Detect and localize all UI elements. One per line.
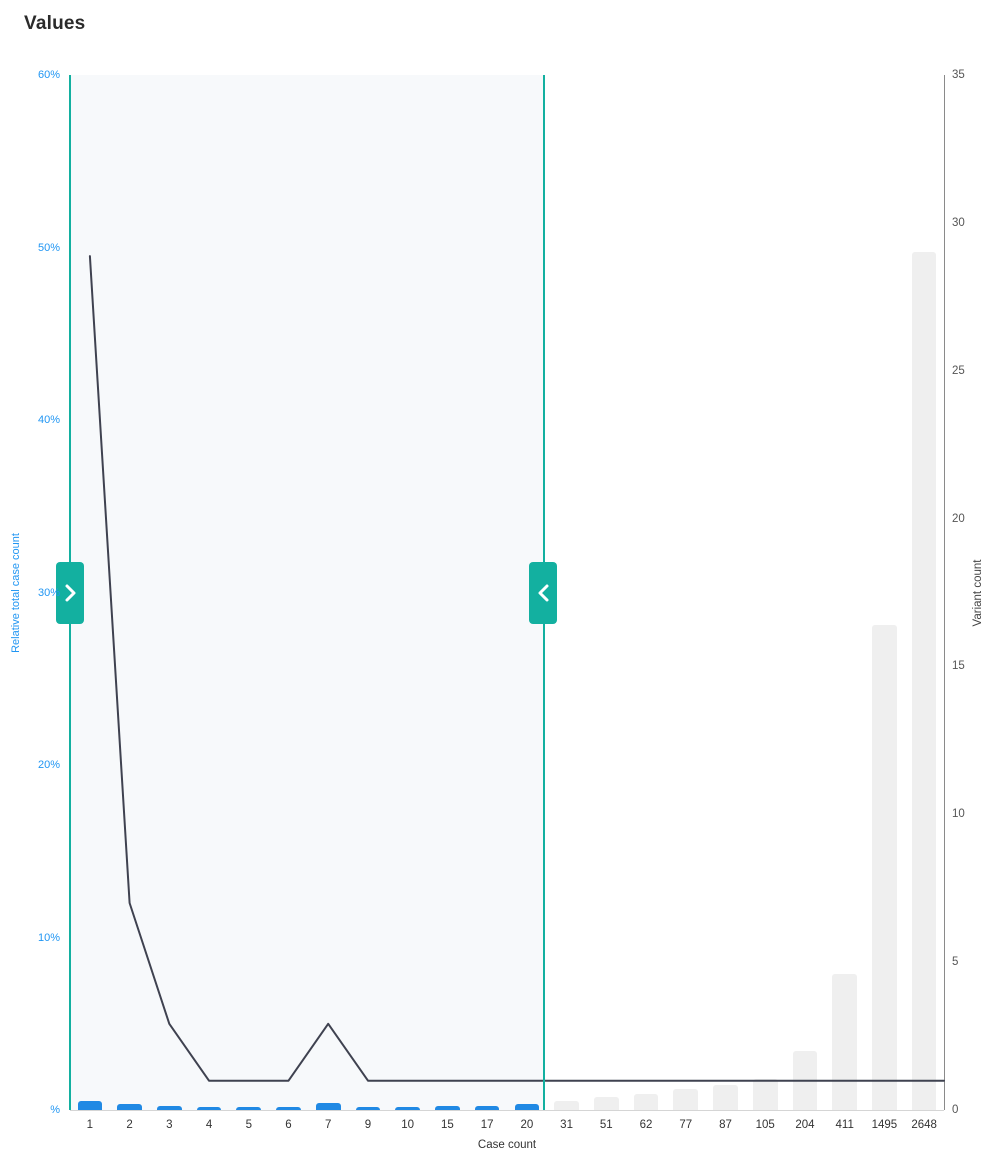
x-axis-tick: 20 bbox=[520, 1119, 534, 1131]
x-axis-tick: 1 bbox=[86, 1119, 94, 1131]
line-series-layer bbox=[88, 255, 945, 1082]
x-axis-tick: 51 bbox=[599, 1119, 613, 1131]
x-axis-tick: 4 bbox=[205, 1119, 213, 1131]
x-axis-tick: 1495 bbox=[871, 1119, 898, 1131]
x-axis-tick: 411 bbox=[835, 1119, 854, 1131]
x-axis-tick: 7 bbox=[325, 1119, 332, 1131]
right-axis-tick: 25 bbox=[952, 364, 965, 377]
left-axis-tick: % bbox=[50, 1104, 60, 1116]
relative-total-case-count-line bbox=[88, 255, 945, 1082]
chart-plot-area[interactable]: % 10% 20% 30% 40% 50% 60% 0 5 10 15 20 25 30 35 1 2 3 4 5… bbox=[0, 0, 996, 1165]
brush-handle-left[interactable] bbox=[56, 562, 84, 624]
right-axis-tick: 10 bbox=[952, 808, 965, 821]
x-axis-tick: 5 bbox=[245, 1119, 252, 1131]
right-axis-tick: 0 bbox=[952, 1104, 959, 1116]
x-axis-tick: 15 bbox=[441, 1119, 454, 1131]
right-axis-tick: 5 bbox=[952, 956, 959, 969]
x-axis-tick: 17 bbox=[480, 1119, 494, 1131]
x-axis-tick: 3 bbox=[166, 1119, 173, 1131]
x-axis-title: Case count bbox=[477, 1139, 537, 1151]
right-axis-tick: 15 bbox=[952, 660, 965, 673]
x-axis-tick: 87 bbox=[719, 1119, 732, 1131]
right-axis-tick: 35 bbox=[952, 69, 965, 81]
left-axis-tick: 40% bbox=[37, 414, 60, 426]
right-axis-title: Variant count bbox=[972, 559, 984, 627]
x-axis-tick: 204 bbox=[795, 1119, 815, 1131]
x-axis-tick: 105 bbox=[755, 1119, 775, 1131]
x-axis-tick: 10 bbox=[401, 1119, 415, 1131]
x-axis-tick: 62 bbox=[639, 1119, 653, 1131]
x-axis-tick: 2 bbox=[126, 1119, 133, 1131]
left-axis-tick: 50% bbox=[37, 241, 60, 254]
left-axis-title: Relative total case count bbox=[10, 533, 22, 653]
right-axis-tick: 30 bbox=[952, 216, 965, 229]
x-axis-tick: 6 bbox=[285, 1119, 292, 1131]
x-axis-tick: 9 bbox=[364, 1119, 372, 1131]
left-axis-tick: 20% bbox=[37, 759, 60, 771]
chevron-right-icon bbox=[64, 583, 77, 603]
x-axis-tick: 77 bbox=[679, 1119, 693, 1131]
left-axis-tick: 30% bbox=[37, 586, 60, 599]
right-axis-tick: 20 bbox=[952, 512, 965, 525]
x-axis-tick: 2648 bbox=[911, 1119, 937, 1131]
x-axis-tick: 31 bbox=[560, 1119, 573, 1131]
brush-handle-right[interactable] bbox=[529, 562, 557, 624]
left-axis-tick: 10% bbox=[37, 931, 60, 944]
left-axis-tick: 60% bbox=[37, 69, 60, 81]
chevron-left-icon bbox=[537, 583, 550, 603]
